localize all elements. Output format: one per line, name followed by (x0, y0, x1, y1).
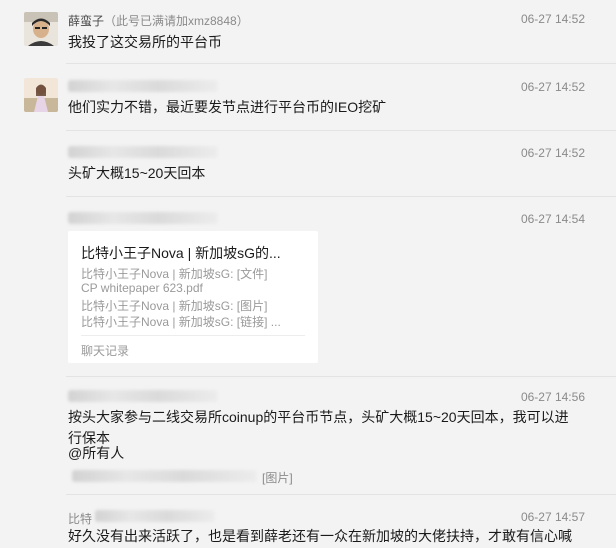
sender-note: （此号已满请加xmz8848） (104, 14, 249, 28)
card-separator (81, 335, 305, 336)
mention-all[interactable]: @所有人 (68, 443, 124, 464)
chat-record-line: 比特小王子Nova | 新加坡sG: [文件] (81, 267, 268, 281)
message-time: 06-27 14:52 (520, 146, 585, 160)
message-divider (66, 376, 616, 377)
chat-record-line: 比特小王子Nova | 新加坡sG: [图片] (81, 299, 268, 313)
message-divider (66, 63, 616, 64)
blurred-sender-name (68, 390, 218, 402)
message-divider (66, 130, 616, 131)
message-time: 06-27 14:57 (520, 510, 585, 524)
message-divider (66, 494, 616, 495)
message-text[interactable]: 头矿大概15~20天回本 (68, 163, 205, 184)
chat-record-card[interactable]: 比特小王子Nova | 新加坡sG的... 比特小王子Nova | 新加坡sG:… (68, 231, 318, 363)
message-time: 06-27 14:54 (520, 212, 585, 226)
sender-name-main: 薛蛮子 (68, 14, 105, 28)
avatar[interactable] (24, 12, 58, 46)
message-time: 06-27 14:52 (520, 80, 585, 94)
avatar[interactable] (24, 78, 58, 112)
chat-record-line: CP whitepaper 623.pdf (81, 281, 203, 295)
chat-record-footer: 聊天记录 (81, 344, 130, 358)
quoted-image-ref[interactable]: [图片] (262, 469, 293, 486)
message-text[interactable]: 我投了这交易所的平台币 (68, 32, 222, 53)
sender-name: 薛蛮子（此号已满请加xmz8848） (68, 12, 249, 29)
blurred-sender-name (95, 510, 215, 522)
message-time: 06-27 14:52 (520, 12, 585, 26)
message-time: 06-27 14:56 (520, 390, 585, 404)
message-text[interactable]: 好久没有出来活跃了，也是看到薛老还有一众在新加坡的大佬扶持，才敢有信心喊 (68, 526, 572, 547)
message-text-line[interactable]: 按头大家参与二线交易所coinup的平台币节点，头矿大概15~20天回本，我可以… (68, 407, 569, 428)
blurred-sender-name (68, 80, 218, 92)
sender-name-partial: 比特 (68, 512, 93, 526)
chat-record-line: 比特小王子Nova | 新加坡sG: [链接] ... (81, 315, 281, 329)
message-divider (66, 196, 616, 197)
blurred-sender-name (68, 212, 218, 224)
sender-name: 比特 (68, 510, 92, 527)
chat-record-title: 比特小王子Nova | 新加坡sG的... (81, 245, 281, 261)
message-text[interactable]: 他们实力不错，最近要发节点进行平台币的IEO挖矿 (68, 97, 386, 118)
scrollbar[interactable] (610, 0, 616, 548)
blurred-quote (72, 470, 257, 482)
blurred-sender-name (68, 146, 218, 158)
